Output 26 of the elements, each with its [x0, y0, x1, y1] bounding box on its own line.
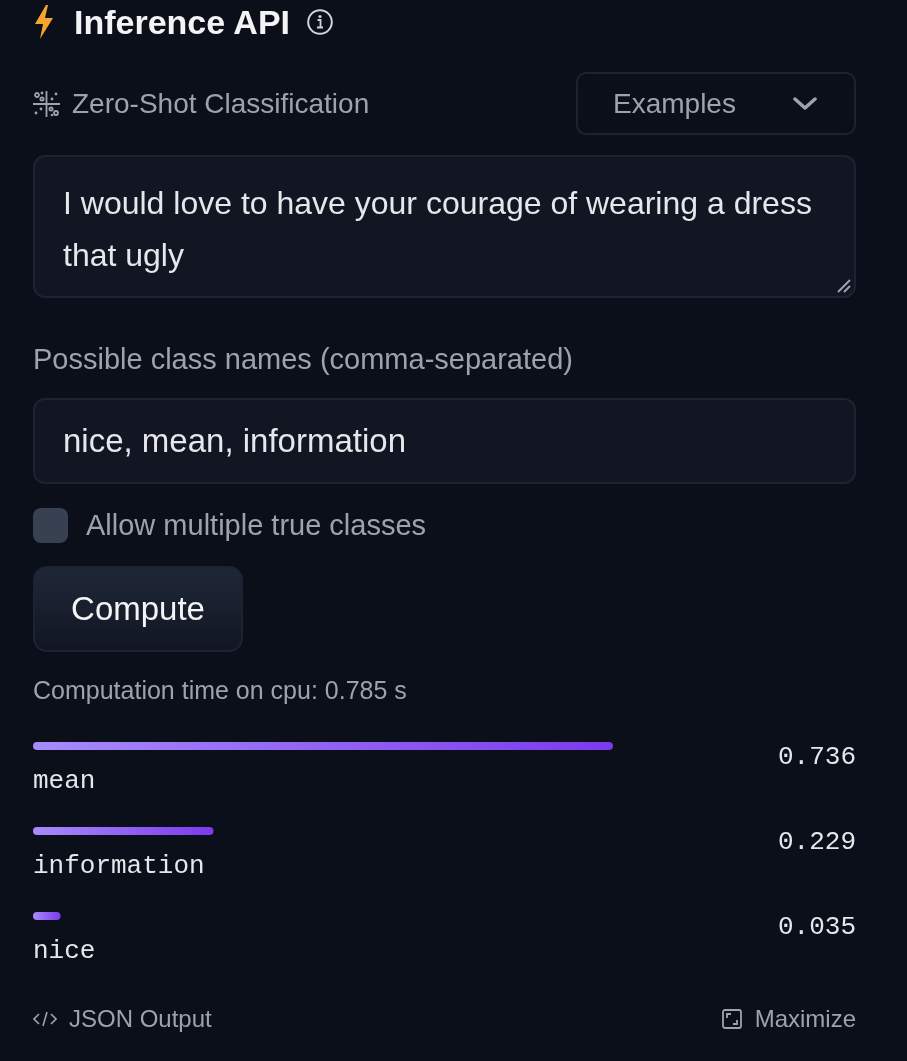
score-bar	[33, 912, 61, 920]
score-value: 0.035	[778, 912, 856, 942]
score-value: 0.736	[778, 742, 856, 772]
computation-time: Computation time on cpu: 0.785 s	[33, 675, 407, 705]
panel-title: Inference API	[74, 2, 291, 43]
resize-handle-icon[interactable]	[837, 279, 851, 293]
score-value: 0.229	[778, 827, 856, 857]
class-names-field[interactable]: nice, mean, information	[33, 398, 856, 484]
caret-icon	[793, 96, 817, 111]
class-label: information	[33, 851, 205, 881]
json-output-link[interactable]: JSON Output	[33, 1002, 212, 1036]
maximize-link[interactable]: Maximize	[721, 1002, 856, 1036]
task-label: Zero-Shot Classification	[72, 86, 370, 121]
field-label: Possible class names (comma-separated)	[33, 342, 573, 377]
code-icon	[33, 1011, 57, 1027]
lightning-icon	[35, 5, 53, 39]
examples-dropdown[interactable]: Examples	[576, 72, 856, 135]
text-input-field[interactable]: I would love to have your courage of wearing a dress that ugly	[33, 155, 856, 298]
cross-dots-icon	[33, 90, 60, 117]
class-label: mean	[33, 766, 96, 796]
maximize-icon	[721, 1009, 742, 1029]
class-label: nice	[33, 936, 96, 966]
info-icon[interactable]	[307, 9, 334, 35]
checkbox-label: Allow multiple true classes	[86, 508, 427, 543]
checkbox[interactable]	[33, 508, 68, 543]
compute-button[interactable]: Compute	[33, 566, 243, 652]
